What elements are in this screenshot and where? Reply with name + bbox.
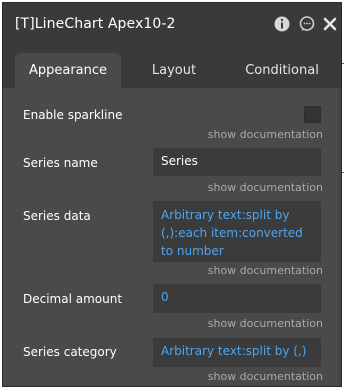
decimal-amount-input[interactable]: 0 bbox=[153, 284, 321, 313]
property-editor-panel: [T]LineChart Apex10-2 Appearance Layout … bbox=[2, 2, 342, 387]
show-documentation-link[interactable]: show documentation bbox=[208, 370, 323, 383]
appearance-content: Enable sparkline show documentation Seri… bbox=[3, 88, 341, 386]
comment-icon[interactable] bbox=[298, 15, 316, 33]
series-name-input[interactable]: Series bbox=[153, 148, 321, 176]
sparkline-checkbox[interactable] bbox=[304, 106, 321, 123]
close-icon[interactable] bbox=[321, 15, 339, 33]
series-category-input[interactable]: Arbitrary text:split by (,) bbox=[153, 338, 321, 367]
panel-tabs: Appearance Layout Conditional bbox=[3, 45, 341, 88]
show-documentation-link[interactable]: show documentation bbox=[208, 128, 323, 141]
series-name-label: Series name bbox=[23, 156, 98, 170]
tab-layout[interactable]: Layout bbox=[127, 53, 221, 88]
info-icon[interactable] bbox=[273, 15, 291, 33]
sparkline-label: Enable sparkline bbox=[23, 108, 123, 122]
show-documentation-link[interactable]: show documentation bbox=[208, 264, 323, 277]
series-category-label: Series category bbox=[23, 345, 117, 359]
tab-conditional[interactable]: Conditional bbox=[227, 53, 337, 88]
element-title[interactable]: [T]LineChart Apex10-2 bbox=[15, 16, 176, 32]
decimal-amount-label: Decimal amount bbox=[23, 292, 123, 306]
series-data-input[interactable]: Arbitrary text:split by (,):each item:co… bbox=[153, 201, 321, 262]
panel-titlebar[interactable]: [T]LineChart Apex10-2 bbox=[3, 3, 341, 45]
panel-scrollbar[interactable] bbox=[338, 88, 341, 386]
tab-appearance[interactable]: Appearance bbox=[15, 53, 121, 88]
show-documentation-link[interactable]: show documentation bbox=[208, 181, 323, 194]
series-data-label: Series data bbox=[23, 209, 91, 223]
show-documentation-link[interactable]: show documentation bbox=[208, 317, 323, 330]
